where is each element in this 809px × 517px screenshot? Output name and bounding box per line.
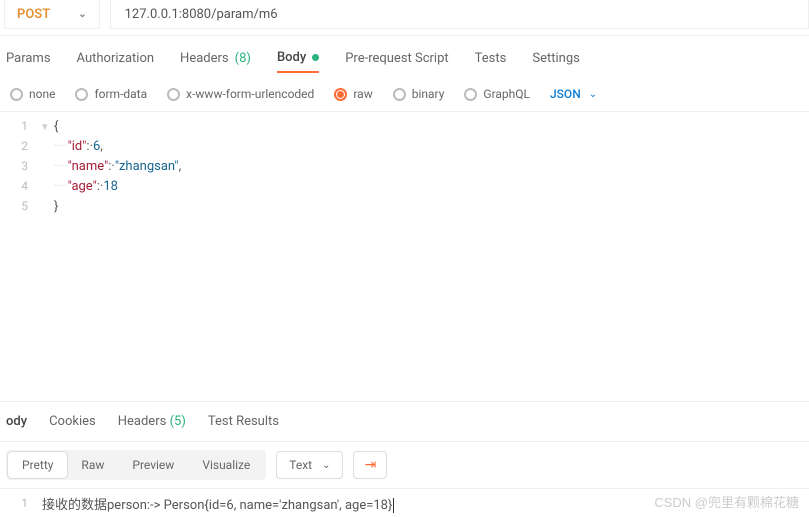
line-number: 5 xyxy=(0,199,42,213)
radio-graphql[interactable]: GraphQL xyxy=(464,87,530,101)
view-pretty[interactable]: Pretty xyxy=(8,452,67,478)
line-number: 2 xyxy=(0,139,42,153)
radio-icon xyxy=(10,88,23,101)
wrap-icon: ⇥ xyxy=(365,457,377,473)
line-number: 3 xyxy=(0,159,42,173)
radio-raw[interactable]: raw xyxy=(334,87,372,101)
method-select[interactable]: POST ⌄ xyxy=(4,0,100,29)
url-input[interactable]: 127.0.0.1:8080/param/m6 xyxy=(110,0,809,29)
content-type-select[interactable]: JSON⌄ xyxy=(550,87,597,101)
response-tab-testresults[interactable]: Test Results xyxy=(208,414,279,433)
radio-icon xyxy=(75,88,88,101)
response-tab-cookies[interactable]: Cookies xyxy=(49,414,96,433)
body-type-row: none form-data x-www-form-urlencoded raw… xyxy=(0,73,809,111)
line-number: 4 xyxy=(0,179,42,193)
modified-dot-icon xyxy=(312,54,319,61)
watermark: CSDN @兜里有颗棉花糖 xyxy=(654,492,799,511)
url-value: 127.0.0.1:8080/param/m6 xyxy=(125,7,278,22)
tab-prerequest[interactable]: Pre-request Script xyxy=(345,51,448,72)
chevron-down-icon: ⌄ xyxy=(322,460,330,471)
radio-icon xyxy=(464,88,477,101)
method-label: POST xyxy=(17,7,50,22)
tab-settings[interactable]: Settings xyxy=(532,51,579,72)
wrap-lines-button[interactable]: ⇥ xyxy=(353,451,387,479)
radio-none[interactable]: none xyxy=(10,87,55,101)
tab-authorization[interactable]: Authorization xyxy=(77,51,155,72)
line-number: 1 xyxy=(0,496,42,510)
request-tabs: Params Authorization Headers (8) Body Pr… xyxy=(0,36,809,73)
response-tabs: ody Cookies Headers (5) Test Results xyxy=(0,401,809,441)
radio-icon xyxy=(393,88,406,101)
response-tab-headers[interactable]: Headers (5) xyxy=(118,414,186,433)
view-visualize[interactable]: Visualize xyxy=(188,452,264,478)
response-tab-body[interactable]: ody xyxy=(6,414,27,433)
radio-icon xyxy=(334,88,347,101)
request-body-editor[interactable]: 1 ▾ { 2 ····"id":·6, 3 ····"name":·"zhan… xyxy=(0,111,809,220)
radio-formdata[interactable]: form-data xyxy=(75,87,147,101)
view-preview[interactable]: Preview xyxy=(118,452,188,478)
tab-tests[interactable]: Tests xyxy=(475,51,507,72)
fold-icon[interactable]: ▾ xyxy=(42,120,54,133)
tab-body[interactable]: Body xyxy=(277,50,319,73)
response-type-select[interactable]: Text ⌄ xyxy=(276,451,343,479)
chevron-down-icon: ⌄ xyxy=(589,89,597,100)
chevron-down-icon: ⌄ xyxy=(78,9,86,20)
radio-binary[interactable]: binary xyxy=(393,87,445,101)
line-number: 1 xyxy=(0,119,42,133)
tab-headers[interactable]: Headers (8) xyxy=(180,51,251,72)
view-mode-segment: Pretty Raw Preview Visualize xyxy=(6,450,266,480)
radio-icon xyxy=(167,88,180,101)
tab-params[interactable]: Params xyxy=(6,51,51,72)
view-raw[interactable]: Raw xyxy=(67,452,118,478)
radio-xwww[interactable]: x-www-form-urlencoded xyxy=(167,87,314,101)
response-view-row: Pretty Raw Preview Visualize Text ⌄ ⇥ xyxy=(0,441,809,488)
